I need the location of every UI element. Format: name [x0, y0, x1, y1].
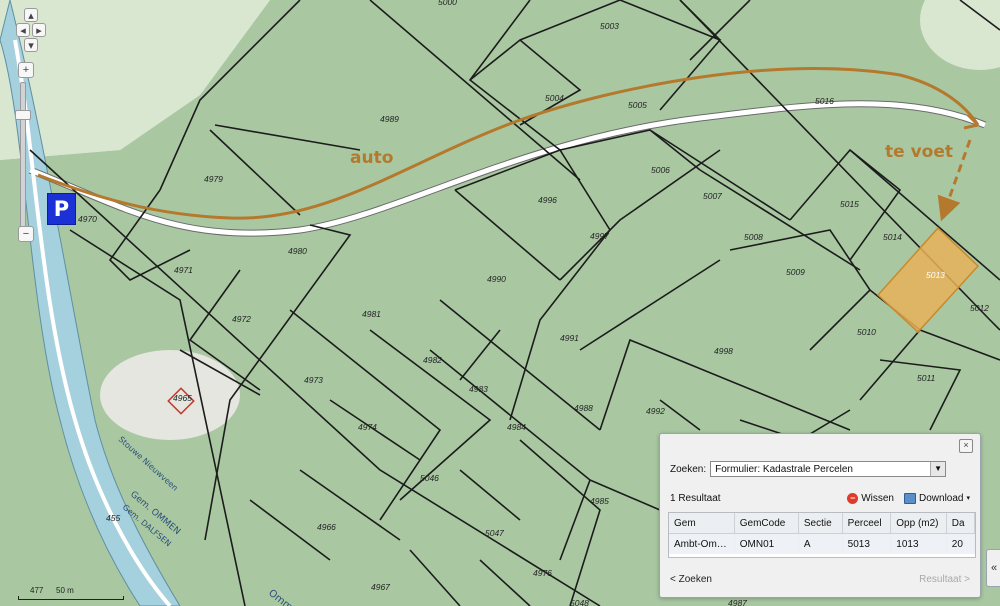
parcel-label: 5007	[703, 191, 722, 201]
column-header[interactable]: Da	[946, 513, 975, 534]
parcel-label: 4974	[358, 422, 377, 432]
parcel-label: 4989	[380, 114, 399, 124]
parcel-label: 5008	[744, 232, 763, 242]
search-results-panel: × Zoeken: Formulier: Kadastrale Percelen…	[659, 433, 981, 598]
parcel-label: 4992	[646, 406, 665, 416]
search-row: Zoeken: Formulier: Kadastrale Percelen ▼	[670, 461, 947, 477]
parcel-label: 4966	[317, 522, 336, 532]
table-cell: OMN01	[734, 533, 799, 554]
parcel-label: 4996	[538, 195, 557, 205]
chevron-down-icon: ▼	[930, 462, 946, 476]
parcel-label: 5010	[857, 327, 876, 337]
clearing	[100, 350, 240, 440]
search-form-select[interactable]: Formulier: Kadastrale Percelen ▼	[710, 461, 947, 477]
back-to-search-link[interactable]: < Zoeken	[670, 574, 712, 585]
zoom-slider-handle[interactable]	[15, 110, 31, 120]
chevron-down-icon: ▾	[28, 40, 34, 52]
table-row[interactable]: Ambt-Om… OMN01 A 5013 1013 20	[669, 533, 975, 554]
parcel-label: 4985	[590, 496, 609, 506]
parcel-label: 4987	[728, 598, 747, 606]
scale-label: 50 m	[56, 586, 74, 595]
parcel-label: 5046	[420, 473, 439, 483]
scale-bar: 477 50 m	[18, 586, 128, 600]
chevron-left-icon: ◂	[20, 25, 26, 37]
chevron-up-icon: ▴	[28, 10, 34, 22]
parcel-label: 5005	[628, 100, 647, 110]
parcel-label: 4982	[423, 355, 442, 365]
column-header[interactable]: Sectie	[798, 513, 843, 534]
parcel-label: 4972	[232, 314, 251, 324]
parcel-label: 4976	[533, 568, 552, 578]
annotation-te-voet: te voet	[885, 142, 953, 162]
to-result-link[interactable]: Resultaat >	[919, 574, 970, 585]
results-table: Gem GemCode Sectie Perceel Opp (m2) Da A…	[668, 512, 976, 558]
pan-up-button[interactable]: ▴	[24, 8, 38, 22]
parcel-label: 4984	[507, 422, 526, 432]
parcel-label: 5011	[917, 373, 936, 383]
chevron-right-icon: ▸	[36, 25, 42, 37]
download-label: Download	[919, 492, 964, 504]
clear-icon: −	[847, 492, 859, 504]
parcel-label: 4971	[174, 265, 193, 275]
parcel-label: 455	[106, 513, 120, 523]
parcel-label: 4998	[714, 346, 733, 356]
parcel-label: 4965	[173, 393, 192, 403]
table-cell: Ambt-Om…	[669, 533, 735, 554]
parking-icon: P	[47, 193, 76, 225]
parcel-label: 4991	[560, 333, 579, 343]
column-header[interactable]: Opp (m2)	[890, 513, 947, 534]
column-header[interactable]: Perceel	[842, 513, 892, 534]
results-toolbar: 1 Resultaat − Wissen Download ▾	[670, 489, 970, 507]
parcel-label: 5014	[883, 232, 902, 242]
parcel-label: 5003	[600, 21, 619, 31]
parcel-label: 5048	[570, 598, 589, 606]
zoom-out-button[interactable]: −	[18, 226, 34, 242]
parcel-label: 4980	[288, 246, 307, 256]
download-icon	[904, 492, 916, 504]
table-cell: 1013	[890, 533, 947, 554]
pan-left-button[interactable]: ◂	[16, 23, 30, 37]
search-form-value: Formulier: Kadastrale Percelen	[715, 464, 853, 475]
parcel-label: 5016	[815, 96, 834, 106]
clear-button[interactable]: − Wissen	[847, 492, 894, 504]
parcel-label: 5012	[970, 303, 989, 313]
collapse-panel-button[interactable]: «	[986, 549, 1000, 587]
zoom-in-button[interactable]: +	[18, 62, 34, 78]
search-label: Zoeken:	[670, 463, 707, 475]
caret-down-icon: ▾	[966, 495, 970, 502]
pan-down-button[interactable]: ▾	[24, 38, 38, 52]
pan-right-button[interactable]: ▸	[32, 23, 46, 37]
table-cell: A	[798, 533, 843, 554]
double-chevron-left-icon: «	[990, 562, 998, 574]
panel-navigation: < Zoeken Resultaat >	[670, 574, 970, 585]
parcel-label: 5047	[485, 528, 504, 538]
parcel-label: 4967	[371, 582, 390, 592]
scale-left-value: 477	[30, 586, 44, 595]
parcel-label: 5009	[786, 267, 805, 277]
table-cell: 5013	[842, 533, 892, 554]
column-header[interactable]: Gem	[669, 513, 735, 534]
zoom-slider[interactable]	[20, 82, 26, 240]
parcel-label: 4981	[362, 309, 381, 319]
parcel-label: 4979	[204, 174, 223, 184]
clear-label: Wissen	[861, 492, 894, 504]
parcel-label: 4973	[304, 375, 323, 385]
parcel-label: 4988	[574, 403, 593, 413]
close-panel-button[interactable]: ×	[959, 439, 973, 453]
column-header[interactable]: GemCode	[734, 513, 799, 534]
parcel-label: 4990	[487, 274, 506, 284]
parcel-label: 5013	[926, 270, 945, 280]
download-button[interactable]: Download ▾	[904, 492, 970, 504]
table-cell: 20	[946, 533, 975, 554]
parcel-label: 5006	[651, 165, 670, 175]
parcel-label: 5004	[545, 93, 564, 103]
result-count: 1 Resultaat	[670, 492, 721, 504]
parcel-label: 4983	[469, 384, 488, 394]
parcel-label: 4997	[590, 231, 609, 241]
parcel-label: 5000	[438, 0, 457, 7]
annotation-auto: auto	[350, 148, 393, 168]
close-icon: ×	[963, 440, 969, 450]
parcel-label: 5015	[840, 199, 859, 209]
parcel-label: 4970	[78, 214, 97, 224]
